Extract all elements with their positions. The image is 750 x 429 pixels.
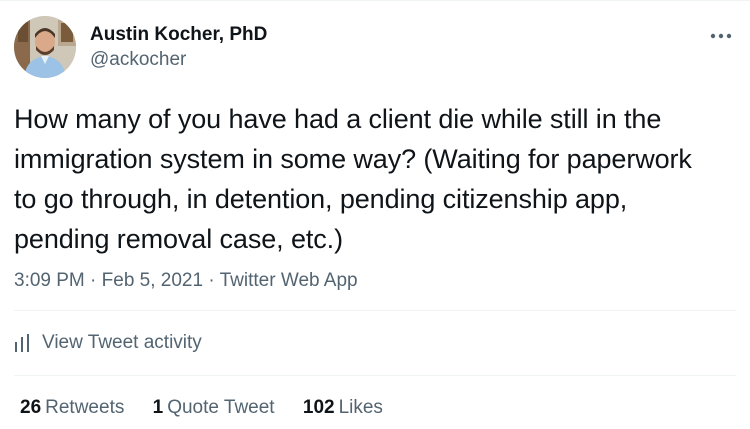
likes-count: 102 — [302, 397, 335, 418]
tweet-meta: 3:09 PM · Feb 5, 2021 · Twitter Web App — [14, 269, 358, 293]
view-tweet-activity-link[interactable]: View Tweet activity — [14, 332, 202, 354]
quote-tweets-label: Quote Tweet — [167, 397, 275, 418]
retweets-label: Retweets — [45, 397, 125, 418]
avatar[interactable] — [14, 16, 76, 78]
more-options-button[interactable] — [706, 21, 736, 51]
tweet-stats: 26 Retweets 1 Quote Tweet 102 Likes — [20, 397, 406, 419]
meta-separator: · — [90, 270, 97, 291]
quote-tweets-count: 1 — [152, 397, 164, 418]
view-tweet-activity-label: View Tweet activity — [42, 332, 202, 353]
tweet-text: How many of you have had a client die wh… — [14, 104, 692, 254]
bar-chart-icon — [14, 334, 30, 352]
retweets-count: 26 — [20, 397, 42, 418]
author-handle[interactable]: @ackocher — [90, 48, 186, 72]
retweets-stat[interactable]: 26 Retweets — [20, 397, 124, 419]
likes-stat[interactable]: 102 Likes — [303, 397, 383, 419]
divider — [14, 375, 736, 376]
tweet-date[interactable]: Feb 5, 2021 — [102, 270, 203, 291]
avatar-photo — [14, 16, 76, 78]
quote-tweets-stat[interactable]: 1 Quote Tweet — [153, 397, 275, 419]
divider — [14, 310, 736, 311]
tweet-source[interactable]: Twitter Web App — [220, 270, 358, 291]
author-name[interactable]: Austin Kocher, PhD — [90, 23, 267, 47]
more-horizontal-icon — [710, 33, 732, 39]
tweet-time[interactable]: 3:09 PM — [14, 270, 85, 291]
likes-label: Likes — [338, 397, 383, 418]
tweet-card: Austin Kocher, PhD @ackocher How many of… — [0, 0, 750, 429]
meta-separator: · — [208, 270, 215, 291]
